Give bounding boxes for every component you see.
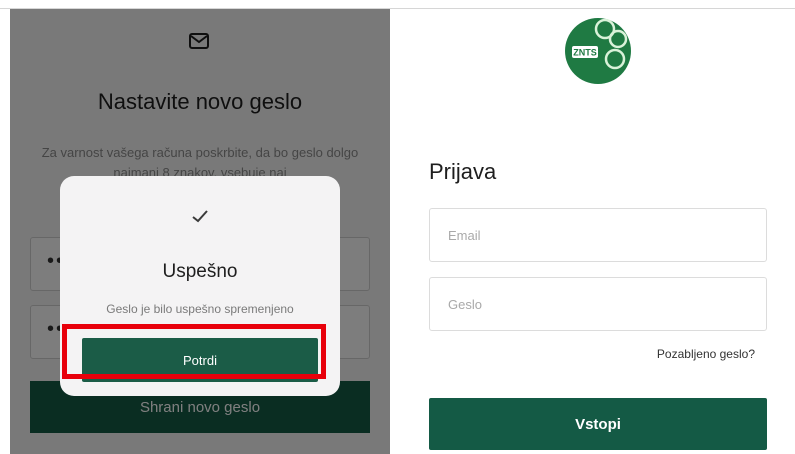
login-button[interactable]: Vstopi — [429, 398, 767, 450]
znts-logo: ZNTS — [565, 18, 631, 84]
logo-text: ZNTS — [573, 48, 597, 58]
confirm-button-highlight — [62, 324, 326, 379]
email-input[interactable] — [429, 208, 767, 262]
dialog-message: Geslo je bilo uspešno spremenjeno — [106, 302, 294, 316]
login-title: Prijava — [429, 159, 497, 184]
check-icon — [192, 210, 208, 223]
reset-password-screen: Nastavite novo geslo Za varnost vašega r… — [10, 9, 390, 454]
password-input[interactable] — [429, 277, 767, 331]
dialog-title: Uspešno — [162, 261, 238, 282]
forgot-password-link[interactable]: Pozabljeno geslo? — [657, 347, 755, 361]
login-screen: ZNTS Prijava Pozabljeno geslo? Vstopi — [405, 9, 795, 454]
